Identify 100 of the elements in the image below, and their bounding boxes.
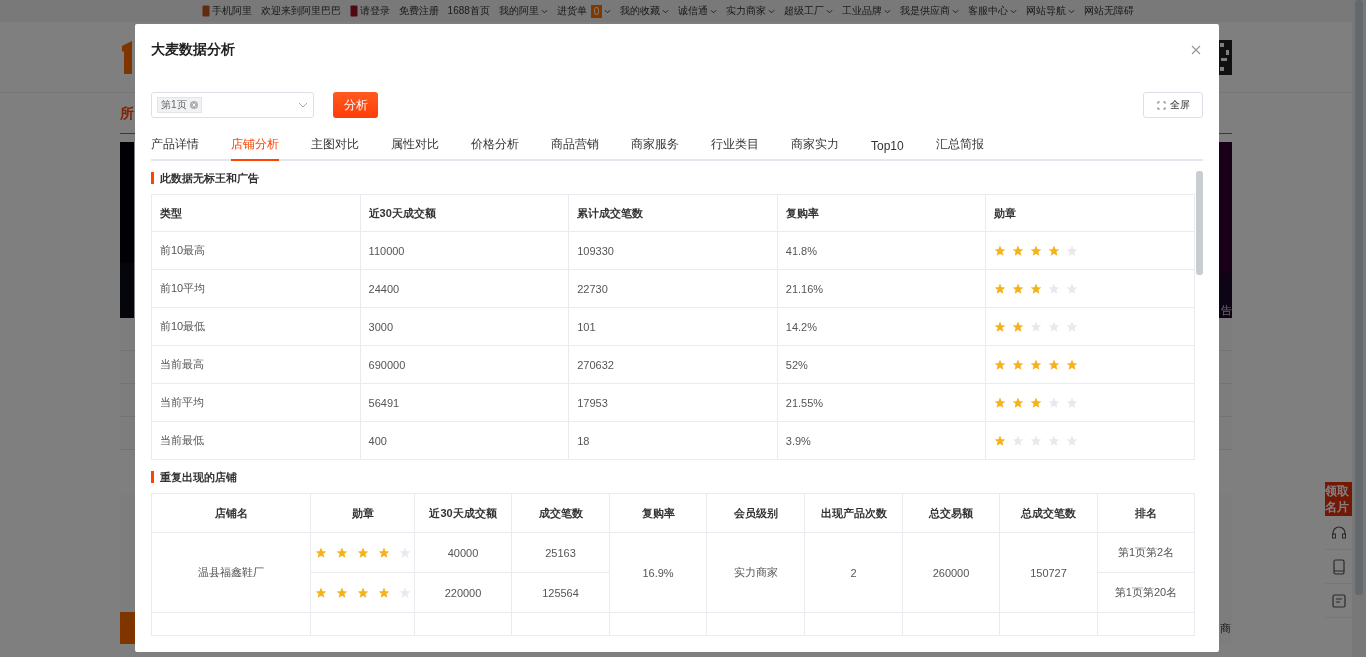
top-nav-link[interactable]: 网站导航 [1026, 4, 1076, 18]
table-cell: 前10最低 [151, 307, 361, 346]
count-badge: 0 [590, 4, 603, 18]
top-nav-link[interactable]: 我的收藏 [620, 4, 670, 18]
table-cell: 实力商家 [706, 532, 805, 613]
caret-icon [710, 8, 718, 14]
column-header: 出现产品次数 [804, 493, 903, 533]
table-cell: 3.9% [777, 421, 986, 460]
table-cell: 40000 [414, 532, 512, 573]
top-nav-link[interactable]: 1688首页 [447, 4, 490, 18]
table-cell: 270632 [568, 345, 778, 384]
table-cell: 220000 [414, 572, 512, 613]
caret-icon [884, 8, 892, 14]
top-nav-link[interactable]: 诚信通 [678, 4, 718, 18]
top-nav-link[interactable]: 进货单 0 [556, 4, 612, 18]
column-header: 会员级别 [706, 493, 805, 533]
column-header: 排名 [1097, 493, 1195, 533]
note-icon[interactable] [1330, 592, 1347, 609]
top-nav-link[interactable]: 实力商家 [726, 4, 776, 18]
tab[interactable]: 商家服务 [631, 136, 679, 161]
top-nav-link[interactable]: 客服中心 [968, 4, 1018, 18]
top-nav-link[interactable]: 手机阿里 [201, 4, 252, 18]
table-cell: 前10平均 [151, 269, 361, 308]
analyze-button[interactable]: 分析 [333, 92, 378, 118]
table-cell: 400 [360, 421, 569, 460]
tab[interactable]: 商家实力 [791, 136, 839, 161]
phone-icon[interactable] [1330, 558, 1347, 575]
remove-icon[interactable] [189, 101, 198, 109]
table-cell: 第1页第2名 [1097, 532, 1195, 573]
column-header: 近30天成交额 [414, 493, 512, 533]
table-cell: 25163 [511, 532, 610, 573]
tab[interactable]: 属性对比 [391, 136, 439, 161]
table-cell: 110000 [360, 231, 569, 270]
column-header: 近30天成交额 [360, 194, 569, 232]
table-cell: 56491 [360, 383, 569, 422]
fullscreen-button[interactable]: 全屏 [1143, 92, 1203, 118]
scrollbar-thumb[interactable] [1196, 171, 1203, 275]
column-header: 总成交笔数 [999, 493, 1098, 533]
column-header: 勋章 [985, 194, 1195, 232]
table-cell: 当前最低 [151, 421, 361, 460]
table-cell: 3000 [360, 307, 569, 346]
table-cell: 22730 [568, 269, 778, 308]
table-cell: 21.55% [777, 383, 986, 422]
top-nav-link[interactable]: 超级工厂 [784, 4, 834, 18]
tab[interactable]: Top10 [871, 139, 904, 161]
caret-icon [826, 8, 834, 14]
tab[interactable]: 店铺分析 [231, 136, 279, 161]
tab[interactable]: 商品营销 [551, 136, 599, 161]
column-header: 复购率 [777, 194, 986, 232]
caret-icon [662, 8, 670, 14]
column-header: 勋章 [310, 493, 415, 533]
table-cell: 690000 [360, 345, 569, 384]
table-cell: 109330 [568, 231, 778, 270]
table-cell: 260000 [902, 532, 1000, 613]
tab[interactable]: 汇总简报 [935, 136, 984, 161]
table-cell: 前10最高 [151, 231, 361, 270]
top-nav-link[interactable]: 我的阿里 [498, 4, 548, 18]
column-header: 总交易额 [902, 493, 1000, 533]
section-title: 重复出现的店铺 [151, 471, 1194, 483]
promo-badge[interactable]: 领取名片 [1325, 482, 1352, 516]
tab[interactable]: 产品详情 [151, 136, 199, 161]
table-cell: 150727 [999, 532, 1098, 613]
phone-icon [201, 5, 210, 17]
table-cell: 温县福鑫鞋厂 [151, 532, 311, 613]
top-nav-link[interactable]: 免费注册 [398, 4, 439, 18]
caret-icon [1010, 8, 1018, 14]
table-cell: 17953 [568, 383, 778, 422]
chevron-down-icon [298, 102, 308, 108]
caret-icon [952, 8, 960, 14]
table-cell: 18 [568, 421, 778, 460]
link-fragment: 商 [1220, 621, 1231, 636]
caret-icon [768, 8, 776, 14]
dialog-title: 大麦数据分析 [151, 41, 235, 59]
caret-icon [1068, 8, 1076, 14]
top-nav-link[interactable]: 请登录 [349, 4, 390, 18]
headset-icon[interactable] [1330, 524, 1347, 541]
close-icon[interactable] [1191, 45, 1201, 55]
column-header: 类型 [151, 194, 361, 232]
caret-icon [604, 8, 612, 14]
column-header: 复购率 [609, 493, 707, 533]
tab[interactable]: 价格分析 [471, 136, 519, 161]
table-cell: 21.16% [777, 269, 986, 308]
page-tag[interactable]: 第1页 [157, 97, 202, 113]
column-header: 成交笔数 [511, 493, 610, 533]
table-cell: 24400 [360, 269, 569, 308]
top-nav-link[interactable]: 工业品牌 [842, 4, 892, 18]
tab[interactable]: 行业类目 [711, 136, 759, 161]
table-cell: 当前平均 [151, 383, 361, 422]
top-nav-link[interactable]: 网站无障碍 [1084, 4, 1135, 18]
table-cell: 52% [777, 345, 986, 384]
tab[interactable]: 主图对比 [311, 136, 359, 161]
nav-tab[interactable]: 所 [120, 105, 134, 133]
table-cell: 当前最高 [151, 345, 361, 384]
top-nav-link[interactable]: 欢迎来到阿里巴巴 [260, 4, 341, 18]
fullscreen-icon [1156, 100, 1166, 110]
column-header: 累计成交笔数 [568, 194, 778, 232]
page-select[interactable]: 第1页 [151, 92, 314, 118]
table-cell: 41.8% [777, 231, 986, 270]
caret-icon [540, 8, 548, 14]
top-nav-link[interactable]: 我是供应商 [900, 4, 960, 18]
